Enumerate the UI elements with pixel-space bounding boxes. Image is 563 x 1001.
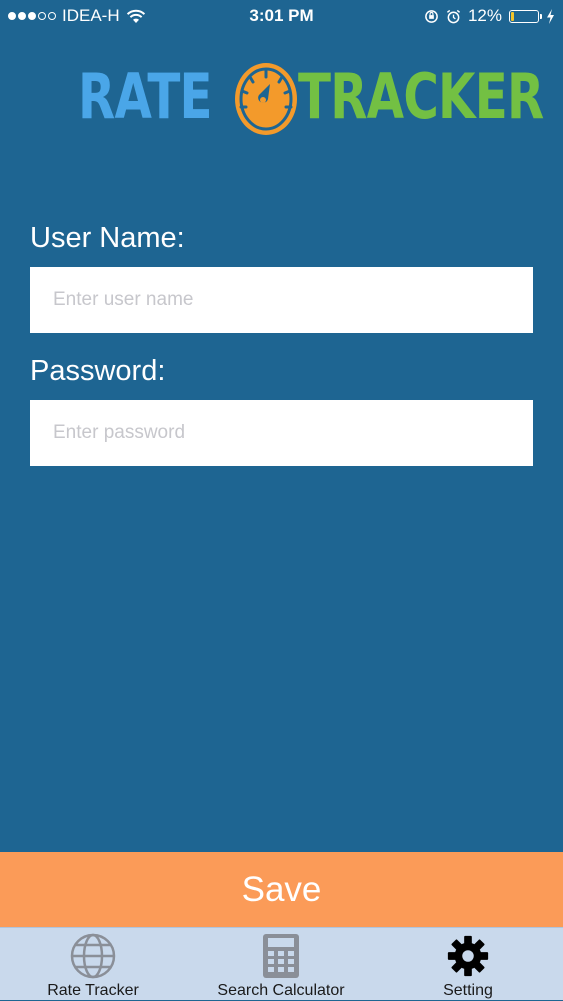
tab-label-rate-tracker: Rate Tracker (47, 982, 139, 999)
charging-icon (547, 8, 554, 24)
status-right: 12% (424, 6, 555, 26)
tab-search-calculator[interactable]: Search Calculator (196, 928, 366, 1001)
logo-tracker-text: TRACKER (297, 60, 544, 133)
tab-bar: Rate Tracker Search Calculator Setting (0, 927, 563, 1000)
calculator-icon (263, 934, 299, 978)
rotation-lock-icon (425, 9, 438, 23)
username-label: User Name: (30, 222, 185, 254)
save-button[interactable]: Save (0, 852, 563, 927)
tab-setting[interactable]: Setting (408, 928, 528, 1001)
globe-icon (70, 933, 116, 979)
status-bar: IDEA-H 3:01 PM 12% (0, 0, 563, 32)
username-input[interactable] (30, 267, 533, 333)
tab-label-search-calculator: Search Calculator (217, 982, 345, 999)
speedometer-icon (234, 63, 297, 135)
tab-rate-tracker[interactable]: Rate Tracker (18, 928, 168, 1001)
password-input[interactable] (30, 400, 533, 466)
password-label: Password: (30, 355, 166, 387)
tab-label-setting: Setting (443, 982, 493, 999)
logo-rate-text: RATE (78, 60, 213, 133)
gear-icon (447, 935, 489, 977)
battery-icon (509, 9, 542, 23)
app-logo: RATE TRACKER (78, 52, 544, 142)
alarm-icon (446, 9, 461, 23)
battery-percent: 12% (467, 6, 502, 25)
